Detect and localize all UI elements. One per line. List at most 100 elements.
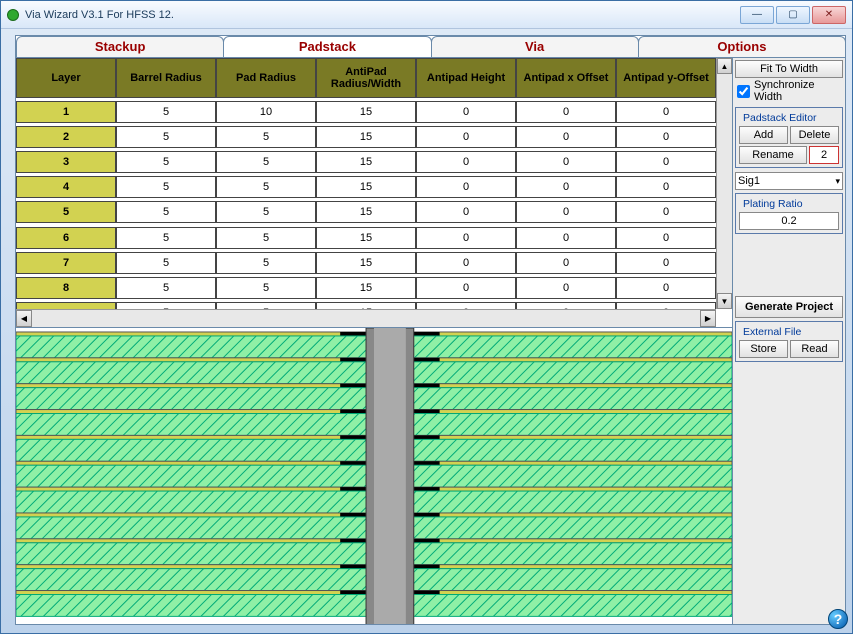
column-header: Barrel Radius — [116, 58, 216, 98]
client-area: Stackup Padstack Via Options LayerBarrel… — [15, 35, 846, 625]
grid-cell[interactable]: 5 — [116, 176, 216, 198]
grid-horizontal-scrollbar[interactable]: ◀ ▶ — [16, 309, 716, 327]
app-window: Via Wizard V3.1 For HFSS 12. — ▢ ✕ Stack… — [0, 0, 853, 634]
plating-ratio-input[interactable] — [739, 212, 839, 230]
grid-cell[interactable]: 15 — [316, 252, 416, 274]
padstack-grid: LayerBarrel RadiusPad RadiusAntiPad Radi… — [16, 58, 732, 327]
synchronize-width-checkbox[interactable]: Synchronize Width — [735, 78, 843, 104]
grid-cell[interactable]: 0 — [616, 277, 716, 299]
grid-cell[interactable]: 15 — [316, 151, 416, 173]
padstack-count: 2 — [809, 146, 839, 164]
tab-stackup[interactable]: Stackup — [16, 36, 224, 57]
grid-cell[interactable]: 15 — [316, 126, 416, 148]
scroll-right-icon[interactable]: ▶ — [700, 310, 716, 327]
grid-cell[interactable]: 5 — [116, 227, 216, 249]
tab-via[interactable]: Via — [431, 36, 639, 57]
grid-cell[interactable]: 0 — [416, 151, 516, 173]
tab-options[interactable]: Options — [638, 36, 846, 57]
padstack-editor-legend: Padstack Editor — [741, 112, 819, 124]
grid-cell[interactable]: 10 — [216, 101, 316, 123]
grid-cell[interactable]: 0 — [516, 176, 616, 198]
grid-cell[interactable]: 5 — [116, 277, 216, 299]
grid-cell[interactable]: 15 — [316, 227, 416, 249]
grid-cell[interactable]: 0 — [516, 277, 616, 299]
grid-cell[interactable]: 0 — [616, 151, 716, 173]
maximize-button[interactable]: ▢ — [776, 6, 810, 24]
fit-to-width-button[interactable]: Fit To Width — [735, 60, 843, 78]
sync-width-label: Synchronize Width — [754, 79, 841, 103]
grid-cell[interactable]: 0 — [616, 176, 716, 198]
delete-button[interactable]: Delete — [790, 126, 839, 144]
window-buttons: — ▢ ✕ — [738, 6, 846, 24]
help-icon[interactable]: ? — [828, 609, 848, 629]
grid-cell[interactable]: 0 — [616, 227, 716, 249]
signal-select[interactable]: Sig1 — [735, 172, 843, 190]
grid-cell[interactable]: 5 — [216, 151, 316, 173]
scroll-up-icon[interactable]: ▲ — [717, 58, 732, 74]
read-button[interactable]: Read — [790, 340, 839, 358]
grid-cell[interactable]: 5 — [116, 101, 216, 123]
column-header: AntiPad Radius/Width — [316, 58, 416, 98]
store-button[interactable]: Store — [739, 340, 788, 358]
grid-cell[interactable]: 5 — [216, 227, 316, 249]
grid-cell[interactable]: 0 — [616, 252, 716, 274]
column-header: Antipad y-Offset — [616, 58, 716, 98]
generate-project-button[interactable]: Generate Project — [735, 296, 843, 318]
grid-cell[interactable]: 0 — [516, 151, 616, 173]
close-button[interactable]: ✕ — [812, 6, 846, 24]
row-header: 5 — [16, 201, 116, 223]
grid-vertical-scrollbar[interactable]: ▲ ▼ — [716, 58, 732, 309]
grid-cell[interactable]: 0 — [516, 252, 616, 274]
grid-cell[interactable]: 0 — [416, 277, 516, 299]
grid-cell[interactable]: 0 — [416, 252, 516, 274]
grid-cell[interactable]: 5 — [216, 126, 316, 148]
grid-cell[interactable]: 0 — [516, 227, 616, 249]
scroll-track[interactable] — [32, 310, 700, 327]
workarea: LayerBarrel RadiusPad RadiusAntiPad Radi… — [16, 58, 845, 624]
grid-cell[interactable]: 0 — [616, 126, 716, 148]
minimize-button[interactable]: — — [740, 6, 774, 24]
scroll-down-icon[interactable]: ▼ — [717, 293, 732, 309]
grid-cell[interactable]: 0 — [616, 101, 716, 123]
row-header: 1 — [16, 101, 116, 123]
grid-cell[interactable]: 0 — [516, 101, 616, 123]
sync-width-check[interactable] — [737, 85, 750, 98]
tab-padstack[interactable]: Padstack — [223, 36, 431, 57]
padstack-grid-wrap: LayerBarrel RadiusPad RadiusAntiPad Radi… — [16, 58, 732, 328]
plating-ratio-fieldset: Plating Ratio — [735, 193, 843, 234]
grid-cell[interactable]: 0 — [416, 201, 516, 223]
grid-cell[interactable]: 15 — [316, 201, 416, 223]
signal-select-value: Sig1 — [738, 175, 760, 187]
grid-cell[interactable]: 5 — [116, 126, 216, 148]
row-header: 2 — [16, 126, 116, 148]
grid-cell[interactable]: 0 — [516, 126, 616, 148]
row-header: 4 — [16, 176, 116, 198]
row-header: 6 — [16, 227, 116, 249]
grid-cell[interactable]: 5 — [216, 201, 316, 223]
grid-cell[interactable]: 0 — [616, 201, 716, 223]
grid-cell[interactable]: 0 — [416, 126, 516, 148]
grid-cell[interactable]: 5 — [216, 252, 316, 274]
via-cross-section — [16, 328, 732, 624]
grid-cell[interactable]: 5 — [116, 252, 216, 274]
grid-cell[interactable]: 5 — [116, 151, 216, 173]
grid-cell[interactable]: 0 — [416, 176, 516, 198]
row-header: 7 — [16, 252, 116, 274]
titlebar: Via Wizard V3.1 For HFSS 12. — ▢ ✕ — [1, 1, 852, 29]
grid-cell[interactable]: 15 — [316, 277, 416, 299]
grid-cell[interactable]: 5 — [216, 176, 316, 198]
plating-ratio-legend: Plating Ratio — [741, 198, 805, 210]
grid-cell[interactable]: 0 — [516, 201, 616, 223]
grid-cell[interactable]: 0 — [416, 101, 516, 123]
rename-button[interactable]: Rename — [739, 146, 807, 164]
scroll-left-icon[interactable]: ◀ — [16, 310, 32, 327]
window-title: Via Wizard V3.1 For HFSS 12. — [25, 9, 738, 21]
grid-cell[interactable]: 15 — [316, 101, 416, 123]
grid-cell[interactable]: 15 — [316, 176, 416, 198]
grid-cell[interactable]: 5 — [116, 201, 216, 223]
grid-cell[interactable]: 5 — [216, 277, 316, 299]
add-button[interactable]: Add — [739, 126, 788, 144]
row-header: 3 — [16, 151, 116, 173]
column-header: Pad Radius — [216, 58, 316, 98]
grid-cell[interactable]: 0 — [416, 227, 516, 249]
